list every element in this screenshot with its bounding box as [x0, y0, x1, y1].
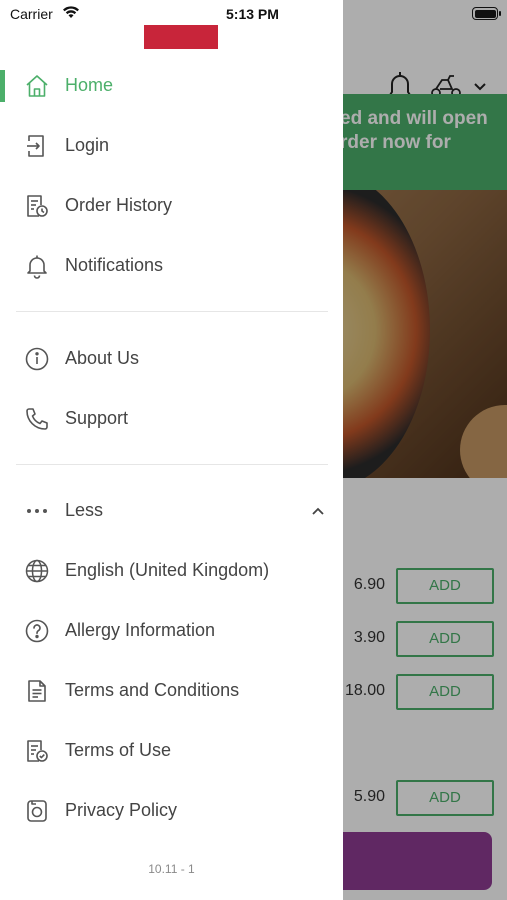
document-check-icon: [24, 738, 50, 764]
privacy-icon: [24, 798, 50, 824]
drawer-item-label: Login: [65, 135, 110, 155]
drawer-item-terms-and-conditions[interactable]: Terms and Conditions: [0, 661, 343, 721]
drawer-item-privacy-policy[interactable]: Privacy Policy: [0, 781, 343, 841]
info-icon: [24, 346, 50, 372]
carrier-label-drawer: Carrier: [10, 6, 53, 22]
order-history-icon: [24, 193, 50, 219]
drawer-item-order-history[interactable]: Order History: [0, 176, 343, 236]
drawer-item-about-us[interactable]: About Us: [0, 329, 343, 389]
drawer-item-login[interactable]: Login: [0, 116, 343, 176]
drawer-item-label: Terms and Conditions: [65, 680, 240, 700]
globe-icon: [24, 558, 50, 584]
drawer-item-label: Privacy Policy: [65, 800, 178, 820]
document-icon: [24, 678, 50, 704]
bell-icon: [24, 253, 50, 279]
drawer-item-home[interactable]: Home: [0, 56, 343, 116]
battery-icon: [472, 7, 501, 20]
drawer-item-label: Support: [65, 408, 129, 428]
home-icon: [24, 73, 50, 99]
drawer-item-label: Less: [65, 500, 104, 520]
clock-drawer: 5:13 PM: [226, 6, 279, 22]
drawer-item-support[interactable]: Support: [0, 389, 343, 449]
brand-logo: [144, 25, 218, 49]
phone-icon: [24, 406, 50, 432]
drawer-item-label: English (United Kingdom): [65, 560, 270, 580]
drawer-item-allergy-information[interactable]: Allergy Information: [0, 601, 343, 661]
wifi-icon: [63, 6, 79, 18]
login-icon: [24, 133, 50, 159]
drawer-item-label: About Us: [65, 348, 140, 368]
active-indicator: [0, 70, 5, 102]
drawer-item-label: Notifications: [65, 255, 164, 275]
drawer-item-label: Terms of Use: [65, 740, 172, 760]
drawer-item-terms-of-use[interactable]: Terms of Use: [0, 721, 343, 781]
question-circle-icon: [24, 618, 50, 644]
more-dots-icon: [24, 498, 50, 524]
drawer-item-notifications[interactable]: Notifications: [0, 236, 343, 296]
drawer-item-less[interactable]: Less: [0, 481, 343, 541]
chevron-up-icon: [312, 507, 324, 515]
drawer-item-label: Order History: [65, 195, 173, 215]
drawer-item-language[interactable]: English (United Kingdom): [0, 541, 343, 601]
drawer-item-label: Home: [65, 75, 114, 95]
navigation-drawer: Carrier 5:13 PM Home Login Order History…: [0, 0, 343, 900]
drawer-item-label: Allergy Information: [65, 620, 216, 640]
divider: [16, 311, 328, 312]
app-version: 10.11 - 1: [148, 862, 195, 876]
divider: [16, 464, 328, 465]
